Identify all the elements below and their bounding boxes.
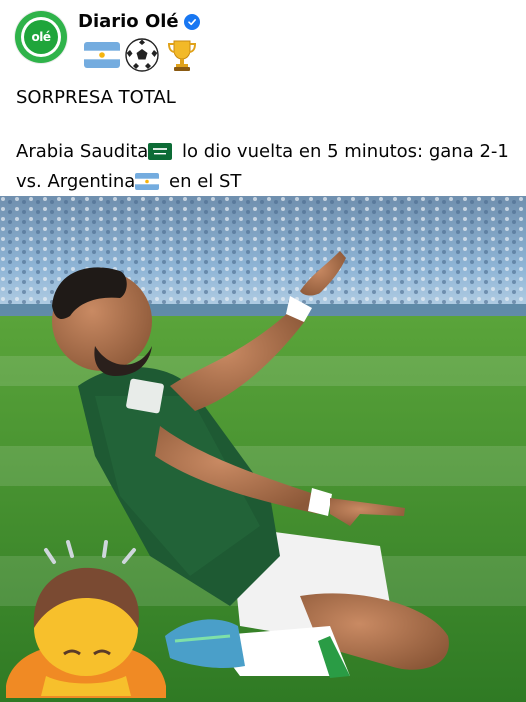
verified-badge-icon — [183, 13, 200, 30]
avatar-logo: olé — [24, 20, 58, 54]
argentina-flag-small-icon — [135, 171, 160, 198]
trophy-icon — [164, 37, 200, 73]
post-photo[interactable] — [0, 196, 526, 702]
post-body-line-2: vs. Argentina en el ST — [16, 168, 516, 198]
argentina-flag-icon — [84, 37, 120, 73]
header-emoji-row — [84, 37, 200, 73]
post-body-line-1: Arabia Saudita lo dio vuelta en 5 minuto… — [16, 138, 516, 168]
page-name[interactable]: Diario Olé — [78, 11, 179, 32]
post-header: olé Diario Olé — [0, 0, 526, 82]
post-text: SORPRESA TOTAL Arabia Saudita lo dio vue… — [16, 84, 516, 198]
soccer-ball-icon — [124, 37, 160, 73]
player-celebration-image — [0, 196, 526, 702]
post-headline: SORPRESA TOTAL — [16, 87, 176, 108]
page-avatar[interactable]: olé — [15, 11, 67, 63]
page-name-link[interactable]: Diario Olé — [78, 11, 200, 32]
saudi-flag-icon — [148, 141, 173, 168]
